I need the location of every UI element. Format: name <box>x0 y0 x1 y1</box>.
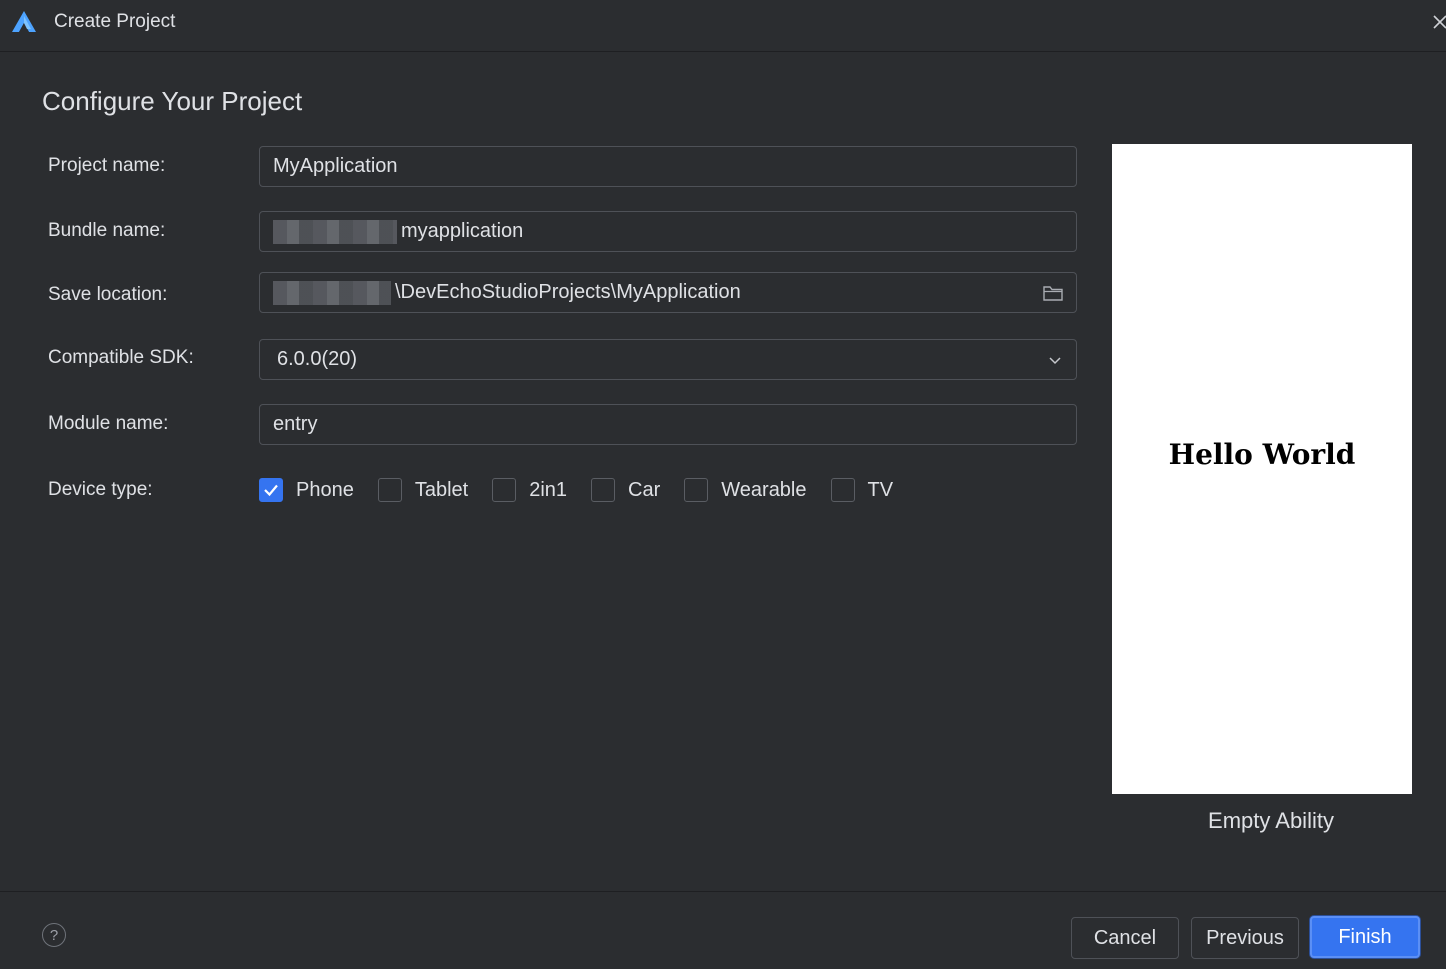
folder-icon[interactable] <box>1042 283 1064 303</box>
previous-button[interactable]: Previous <box>1191 917 1299 959</box>
2in1-label: 2in1 <box>529 478 568 501</box>
device-phone[interactable]: Phone <box>259 478 354 502</box>
tv-label: TV <box>867 478 894 501</box>
wearable-checkbox[interactable] <box>684 478 709 502</box>
bundle-name-label: Bundle name: <box>48 220 166 241</box>
project-name-input[interactable] <box>273 155 1063 178</box>
title-bar: Create Project <box>0 0 1446 52</box>
compatible-sdk-select[interactable]: 6.0.0(20) <box>259 339 1077 380</box>
save-location-value: \DevEchoStudioProjects\MyApplication <box>395 281 741 303</box>
tablet-label: Tablet <box>414 478 469 501</box>
wearable-label: Wearable <box>721 478 807 501</box>
chevron-down-icon <box>1049 357 1061 365</box>
template-name: Empty Ability <box>1208 808 1334 833</box>
bundle-name-field[interactable]: myapplication <box>259 211 1077 252</box>
checkmark-icon <box>264 484 278 497</box>
phone-label: Phone <box>296 478 354 501</box>
page-title: Configure Your Project <box>42 86 303 116</box>
device-type-label: Device type: <box>48 479 153 500</box>
save-location-label: Save location: <box>48 284 168 305</box>
preview-text: Hello World <box>1168 438 1356 471</box>
project-name-label: Project name: <box>48 155 166 176</box>
device-tablet[interactable]: Tablet <box>377 478 469 502</box>
devecho-logo-icon <box>12 11 36 32</box>
device-type-group: Phone Tablet 2in1 Car Wearable TV <box>259 476 917 504</box>
redacted-text <box>273 280 391 305</box>
car-checkbox[interactable] <box>591 478 616 502</box>
module-name-label: Module name: <box>48 413 169 434</box>
tablet-checkbox[interactable] <box>377 478 402 502</box>
module-name-field[interactable] <box>259 404 1077 445</box>
cancel-button[interactable]: Cancel <box>1071 917 1179 959</box>
phone-checkbox[interactable] <box>259 478 283 502</box>
template-preview: Hello World <box>1112 144 1412 794</box>
close-icon[interactable] <box>1428 8 1446 36</box>
device-2in1[interactable]: 2in1 <box>492 478 567 502</box>
module-name-input[interactable] <box>273 413 1063 436</box>
compatible-sdk-label: Compatible SDK: <box>48 347 194 368</box>
window-title: Create Project <box>54 11 176 32</box>
bundle-name-value: myapplication <box>401 220 524 242</box>
project-name-field[interactable] <box>259 146 1077 187</box>
device-tv[interactable]: TV <box>830 478 894 502</box>
footer-divider <box>0 891 1446 892</box>
save-location-field[interactable]: \DevEchoStudioProjects\MyApplication <box>259 272 1077 313</box>
device-car[interactable]: Car <box>591 478 660 502</box>
device-wearable[interactable]: Wearable <box>684 478 807 502</box>
car-label: Car <box>628 478 661 501</box>
finish-button[interactable]: Finish <box>1310 916 1420 958</box>
2in1-checkbox[interactable] <box>492 478 517 502</box>
redacted-text <box>273 219 397 244</box>
tv-checkbox[interactable] <box>830 478 855 502</box>
help-icon[interactable]: ? <box>42 923 66 947</box>
compatible-sdk-value: 6.0.0(20) <box>277 348 358 370</box>
